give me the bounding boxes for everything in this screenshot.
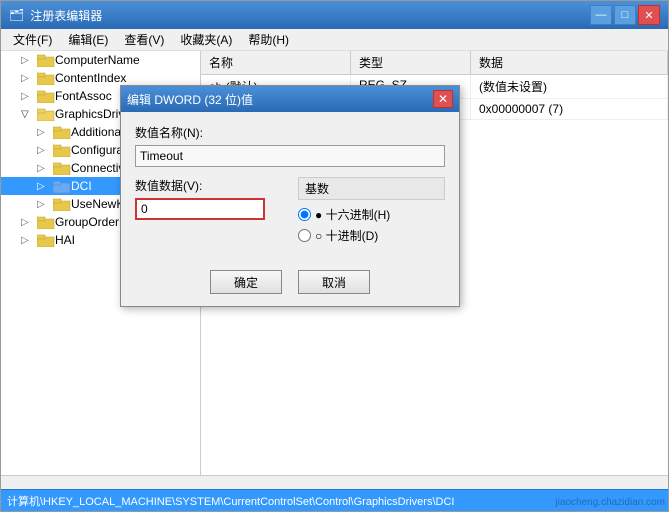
- dialog-title-bar: 编辑 DWORD (32 位)值 ✕: [121, 86, 459, 112]
- hex-radio[interactable]: [298, 208, 311, 221]
- value-name-label: 数值名称(N):: [135, 124, 445, 141]
- dec-label: ○ 十进制(D): [315, 227, 378, 244]
- dialog-title: 编辑 DWORD (32 位)值: [127, 91, 253, 108]
- dialog-overlay: 编辑 DWORD (32 位)值 ✕ 数值名称(N): 数值数据(V): 基数: [0, 0, 669, 512]
- value-name-input[interactable]: [135, 145, 445, 167]
- value-data-section: 数值数据(V):: [135, 177, 282, 220]
- edit-dword-dialog: 编辑 DWORD (32 位)值 ✕ 数值名称(N): 数值数据(V): 基数: [120, 85, 460, 307]
- dialog-buttons: 确定 取消: [135, 262, 445, 294]
- dialog-body: 数值名称(N): 数值数据(V): 基数 ● 十六进制(H): [121, 112, 459, 306]
- hex-label: ● 十六进制(H): [315, 206, 390, 223]
- hex-radio-row[interactable]: ● 十六进制(H): [298, 206, 445, 223]
- value-data-input[interactable]: [135, 198, 265, 220]
- dialog-row: 数值数据(V): 基数 ● 十六进制(H) ○ 十进制(D): [135, 177, 445, 248]
- ok-button[interactable]: 确定: [210, 270, 282, 294]
- base-title: 基数: [298, 177, 445, 200]
- base-section: 基数 ● 十六进制(H) ○ 十进制(D): [298, 177, 445, 248]
- dialog-close-button[interactable]: ✕: [433, 90, 453, 108]
- dec-radio[interactable]: [298, 229, 311, 242]
- value-data-label: 数值数据(V):: [135, 177, 282, 194]
- dec-radio-row[interactable]: ○ 十进制(D): [298, 227, 445, 244]
- cancel-button[interactable]: 取消: [298, 270, 370, 294]
